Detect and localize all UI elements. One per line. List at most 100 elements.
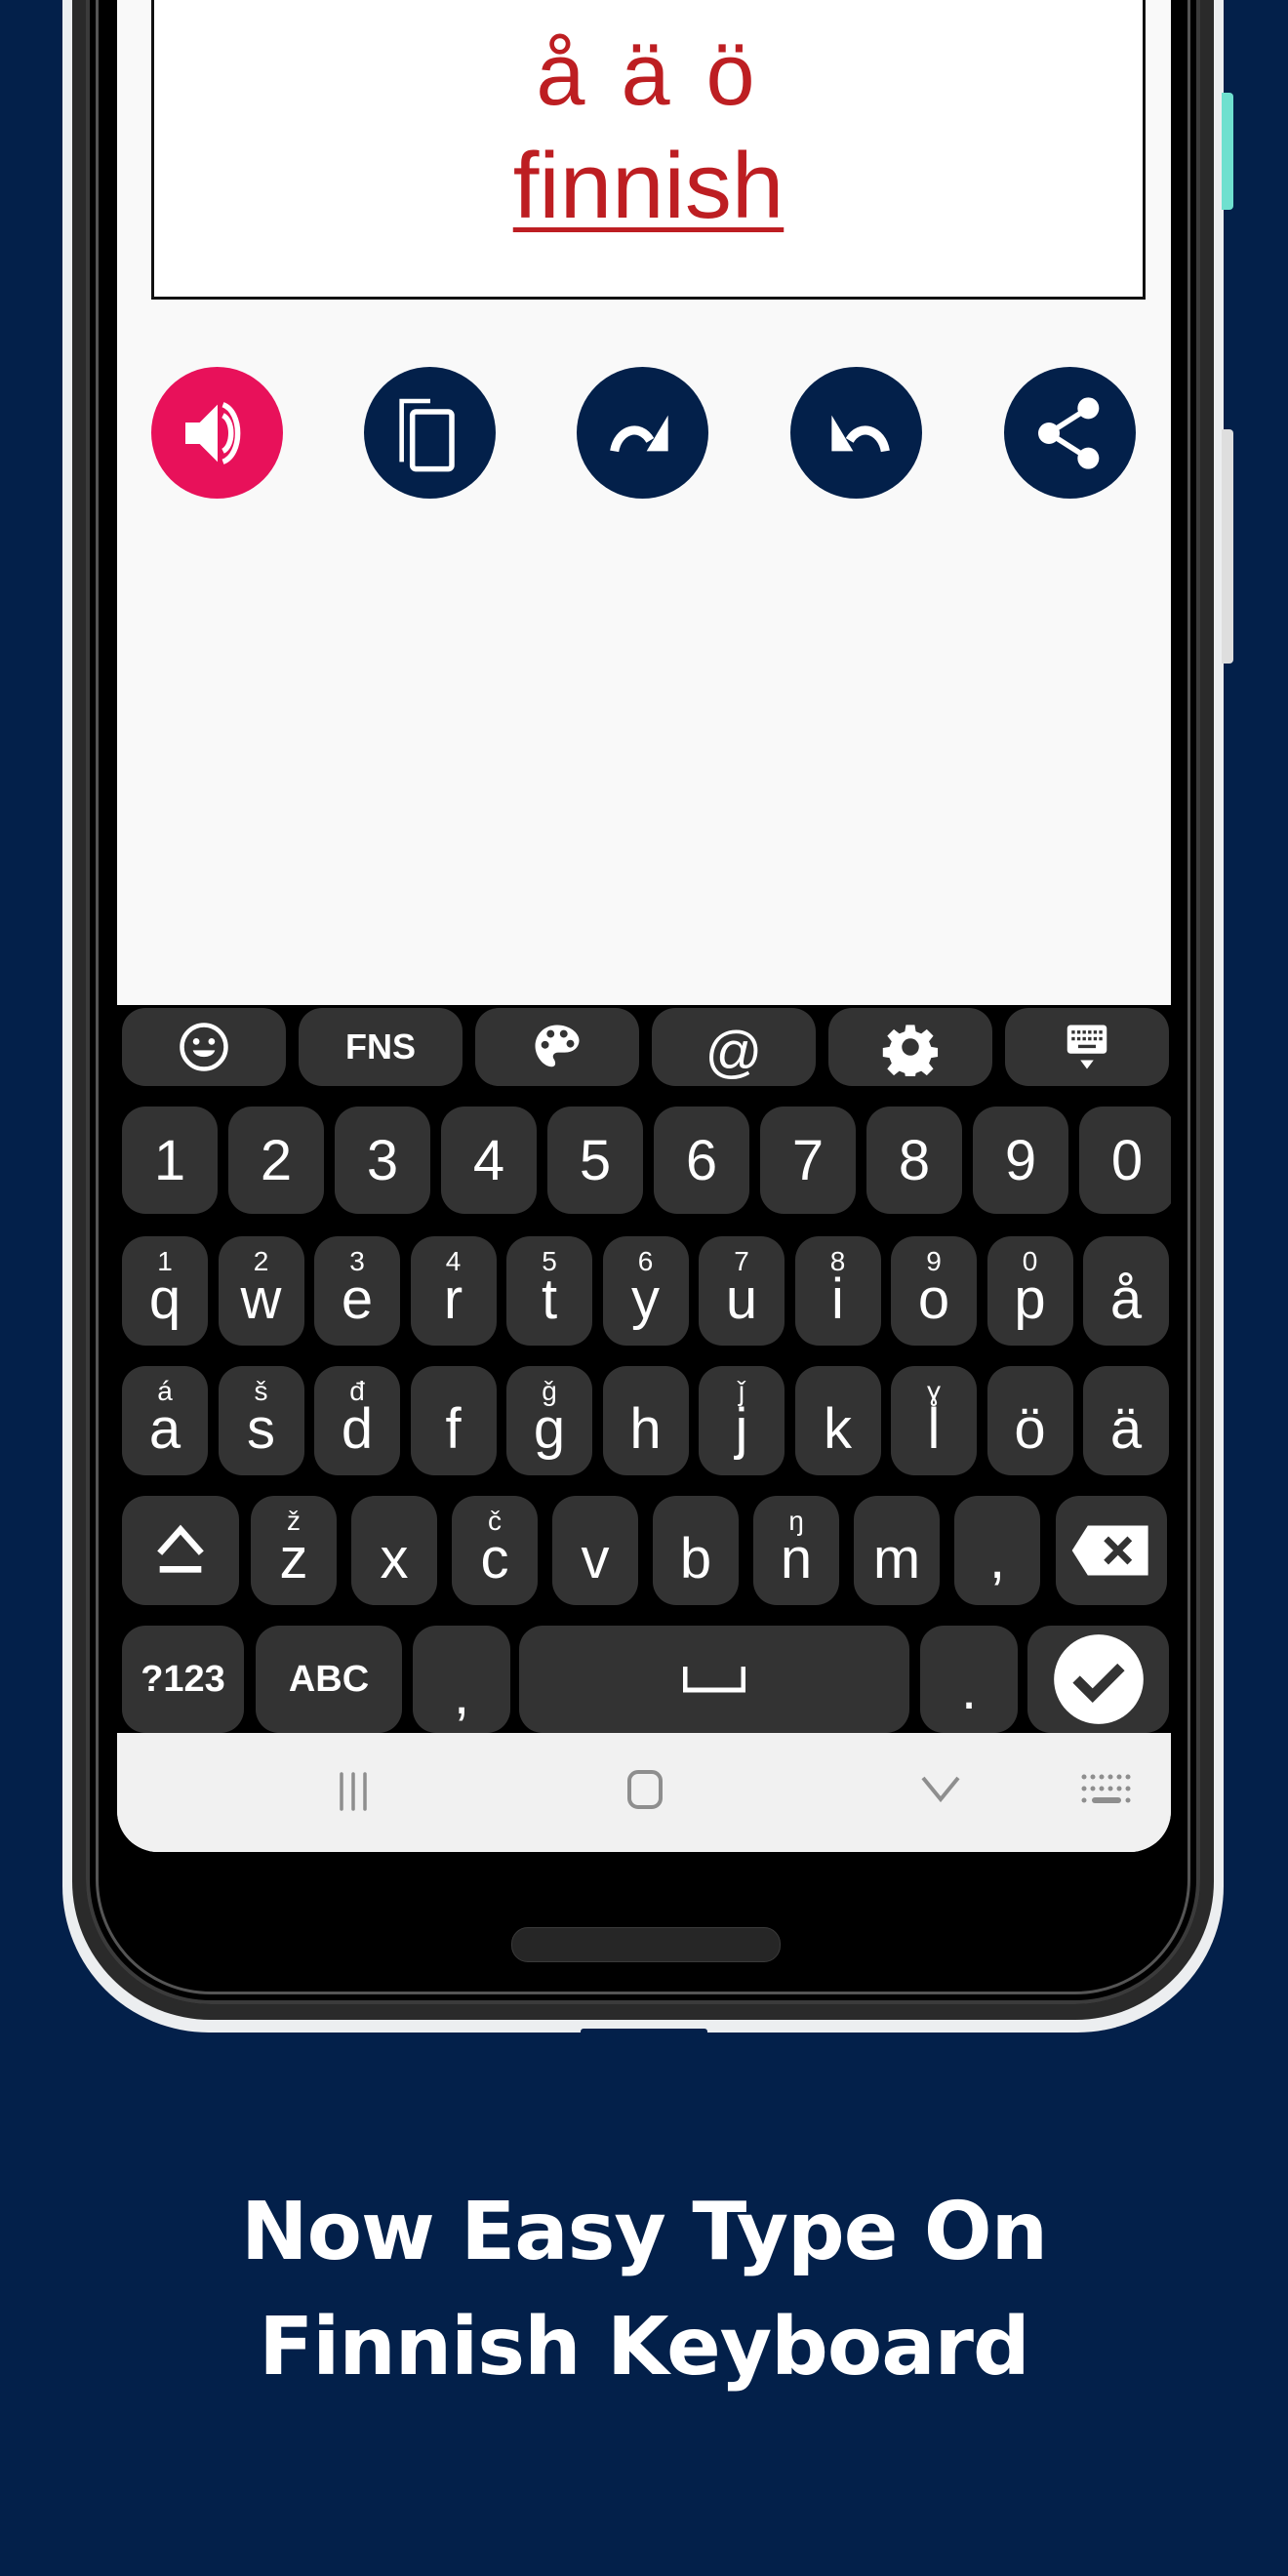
key-hint: 7 bbox=[734, 1246, 749, 1276]
number-key[interactable]: 8 bbox=[866, 1107, 962, 1214]
recent-apps-button[interactable] bbox=[334, 1766, 373, 1818]
letter-key[interactable]: 8i bbox=[794, 1236, 881, 1346]
letter-key[interactable]: ö bbox=[986, 1366, 1073, 1475]
number-key[interactable]: 5 bbox=[547, 1107, 643, 1214]
number-key[interactable]: 0 bbox=[1079, 1107, 1171, 1214]
letter-key[interactable]: 9o bbox=[891, 1236, 977, 1346]
headline-line-2: Finnish Keyboard bbox=[259, 2301, 1029, 2394]
comma-key[interactable]: , bbox=[413, 1626, 510, 1733]
speaker-icon bbox=[184, 400, 240, 465]
backspace-icon bbox=[1071, 1525, 1148, 1576]
symbols-key[interactable]: ?123 bbox=[122, 1626, 244, 1733]
share-button[interactable] bbox=[1004, 367, 1136, 499]
keyboard-switch-button[interactable] bbox=[1080, 1772, 1133, 1812]
editor-text-line-2: finnish bbox=[512, 134, 785, 238]
key-label: 3 bbox=[366, 1128, 399, 1192]
key-hint: á bbox=[157, 1376, 173, 1406]
letter-key[interactable]: 3e bbox=[314, 1236, 400, 1346]
letter-key[interactable]: žz bbox=[251, 1496, 337, 1605]
key-hint: đ bbox=[349, 1376, 365, 1406]
abc-key[interactable]: ABC bbox=[256, 1626, 402, 1733]
key-label: 9 bbox=[1004, 1128, 1037, 1192]
number-key[interactable]: 4 bbox=[441, 1107, 537, 1214]
charging-port bbox=[581, 2029, 707, 2034]
key-hint: č bbox=[488, 1506, 502, 1536]
shift-key[interactable] bbox=[122, 1496, 239, 1605]
letter-key[interactable]: x bbox=[351, 1496, 437, 1605]
letter-key[interactable]: áa bbox=[122, 1366, 208, 1475]
key-hint: 9 bbox=[926, 1246, 942, 1276]
key-label: ö bbox=[1014, 1396, 1046, 1461]
speak-button[interactable] bbox=[151, 367, 283, 499]
shift-icon bbox=[157, 1524, 204, 1573]
period-key-label: . bbox=[960, 1657, 978, 1721]
key-hint: 5 bbox=[542, 1246, 557, 1276]
key-label: ä bbox=[1109, 1396, 1143, 1461]
at-key-label: @ bbox=[704, 1020, 763, 1084]
letter-key[interactable]: m bbox=[854, 1496, 940, 1605]
letter-key[interactable]: čc bbox=[452, 1496, 538, 1605]
letter-key[interactable]: ɣl bbox=[891, 1366, 977, 1475]
copy-button[interactable] bbox=[364, 367, 496, 499]
at-key[interactable]: @ bbox=[652, 1008, 816, 1086]
letter-key[interactable]: h bbox=[602, 1366, 689, 1475]
undo-button[interactable] bbox=[790, 367, 922, 499]
key-label: 8 bbox=[898, 1128, 931, 1192]
letter-key[interactable]: ǰj bbox=[699, 1366, 785, 1475]
key-hint: 6 bbox=[637, 1246, 654, 1276]
key-label: 6 bbox=[685, 1128, 718, 1192]
letter-key[interactable]: f bbox=[410, 1366, 497, 1475]
letter-key[interactable]: ä bbox=[1083, 1366, 1169, 1475]
language-key[interactable]: FNS bbox=[299, 1008, 463, 1086]
text-editor[interactable]: å ä ö finnish bbox=[151, 0, 1146, 300]
key-hint: 3 bbox=[349, 1246, 365, 1276]
number-key[interactable]: 9 bbox=[973, 1107, 1068, 1214]
letter-key[interactable]: b bbox=[653, 1496, 739, 1605]
number-key[interactable]: 7 bbox=[760, 1107, 856, 1214]
key-hint: 2 bbox=[253, 1246, 269, 1276]
letter-key[interactable]: 6y bbox=[602, 1236, 689, 1346]
key-label: 1 bbox=[153, 1128, 186, 1192]
letter-key[interactable]: 4r bbox=[410, 1236, 497, 1346]
number-key[interactable]: 3 bbox=[335, 1107, 430, 1214]
backspace-key[interactable] bbox=[1056, 1496, 1167, 1605]
letter-key[interactable]: 5t bbox=[506, 1236, 592, 1346]
enter-key[interactable] bbox=[1027, 1626, 1169, 1733]
headline-line-1: Now Easy Type On bbox=[240, 2186, 1048, 2278]
redo-button[interactable] bbox=[577, 367, 708, 499]
number-key[interactable]: 2 bbox=[228, 1107, 324, 1214]
emoji-key[interactable] bbox=[122, 1008, 286, 1086]
letter-key[interactable]: ŋn bbox=[753, 1496, 839, 1605]
key-hint: ž bbox=[287, 1506, 301, 1536]
settings-key[interactable] bbox=[828, 1008, 992, 1086]
number-key[interactable]: 6 bbox=[654, 1107, 749, 1214]
key-hint: 8 bbox=[829, 1246, 846, 1276]
letter-key[interactable]: šs bbox=[218, 1366, 304, 1475]
letter-key[interactable]: 7u bbox=[699, 1236, 785, 1346]
letter-key[interactable]: , bbox=[954, 1496, 1040, 1605]
action-bar bbox=[117, 367, 1171, 499]
key-label: 2 bbox=[260, 1128, 293, 1192]
key-label: 0 bbox=[1110, 1128, 1144, 1192]
recent-apps-icon bbox=[340, 1772, 367, 1811]
letter-key[interactable]: k bbox=[794, 1366, 881, 1475]
letter-key[interactable]: 2w bbox=[218, 1236, 304, 1346]
letter-key[interactable]: v bbox=[552, 1496, 638, 1605]
key-label: m bbox=[872, 1526, 921, 1590]
key-hint: š bbox=[254, 1376, 268, 1406]
key-label: x bbox=[380, 1526, 409, 1590]
number-key[interactable]: 1 bbox=[122, 1107, 218, 1214]
home-button[interactable] bbox=[626, 1766, 665, 1818]
letter-key[interactable]: å bbox=[1083, 1236, 1169, 1346]
key-hint: 0 bbox=[1022, 1246, 1038, 1276]
back-button[interactable] bbox=[917, 1772, 964, 1812]
letter-key[interactable]: đd bbox=[314, 1366, 400, 1475]
hide-keyboard-key[interactable] bbox=[1005, 1008, 1169, 1086]
volume-button bbox=[1222, 429, 1233, 664]
theme-key[interactable] bbox=[475, 1008, 639, 1086]
letter-key[interactable]: 0p bbox=[986, 1236, 1073, 1346]
space-key[interactable] bbox=[519, 1626, 909, 1733]
letter-key[interactable]: ǧg bbox=[506, 1366, 592, 1475]
letter-key[interactable]: 1q bbox=[122, 1236, 208, 1346]
period-key[interactable]: . bbox=[920, 1626, 1018, 1733]
